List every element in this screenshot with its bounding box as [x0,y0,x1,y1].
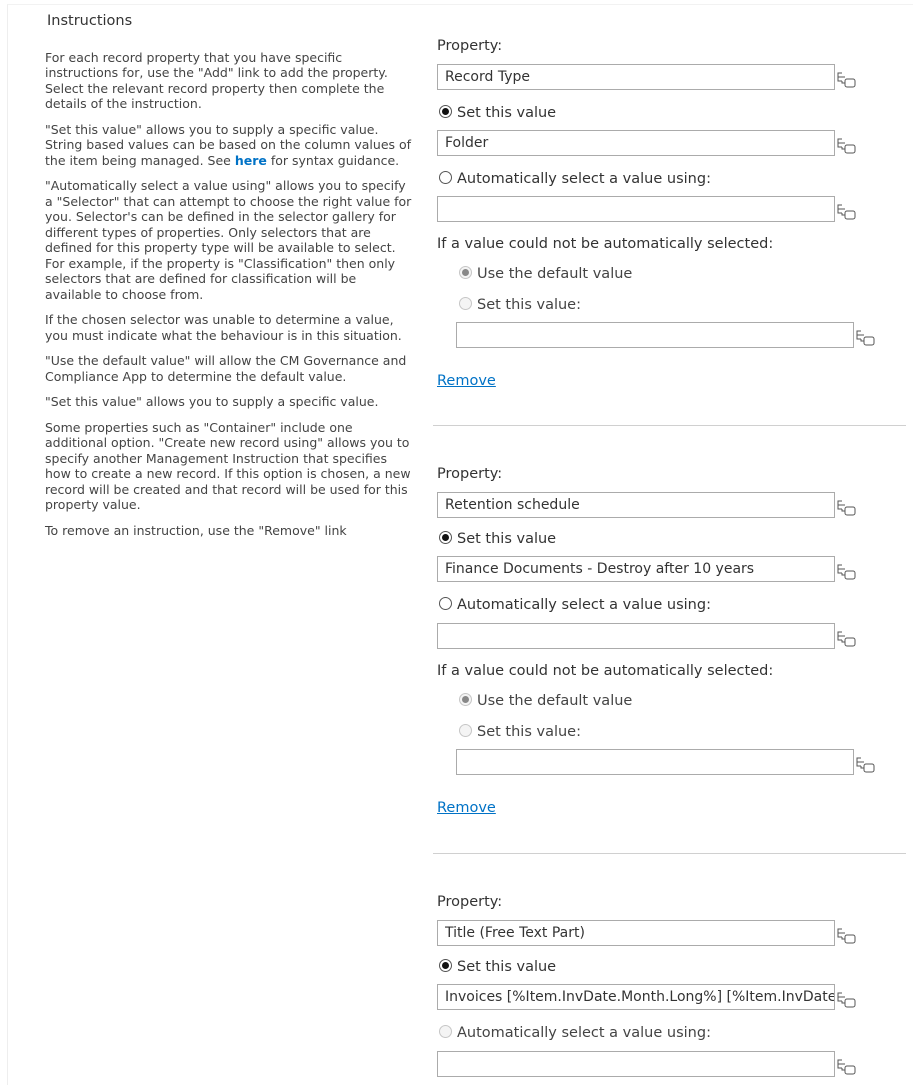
term-picker-icon[interactable] [835,202,857,222]
property-input[interactable]: Retention schedule [437,492,835,518]
instruction-section-2: Property: Retention schedule Set this va… [437,466,907,826]
set-value-radio[interactable]: Set this value [439,959,556,975]
radio-unselected-icon [439,171,452,184]
use-default-radio[interactable]: Use the default value [459,693,632,709]
term-picker-icon[interactable] [835,629,857,649]
instructions-paragraph: "Use the default value" will allow the C… [45,353,407,384]
value-text: Invoices [%Item.InvDate.Month.Long%] [%I… [445,989,834,1005]
fallback-set-value-label: Set this value: [477,297,581,313]
property-value: Title (Free Text Part) [445,925,585,941]
auto-select-label: Automatically select a value using: [457,1025,711,1041]
use-default-label: Use the default value [477,693,633,709]
value-text: Finance Documents - Destroy after 10 yea… [445,561,755,577]
instructions-text: for syntax guidance. [266,152,400,168]
section-divider [433,853,906,854]
fallback-value-input[interactable] [456,749,854,775]
instructions-title: Instructions [47,13,133,29]
set-value-label: Set this value [457,105,557,121]
radio-unselected-icon [459,297,472,310]
property-label: Property: [437,894,503,910]
property-label: Property: [437,38,503,54]
term-picker-icon[interactable] [835,136,857,156]
fallback-set-value-radio[interactable]: Set this value: [459,724,581,740]
fallback-set-value-radio[interactable]: Set this value: [459,297,581,313]
set-value-label: Set this value [457,531,557,547]
remove-link[interactable]: Remove [437,373,496,389]
radio-selected-icon [459,266,472,279]
instructions-paragraph: If the chosen selector was unable to det… [45,312,402,343]
term-picker-icon[interactable] [835,1057,857,1077]
radio-selected-icon [439,531,452,544]
instructions-paragraph: "Set this value" allows you to supply a … [45,394,379,409]
radio-selected-icon [439,959,452,972]
syntax-guidance-link[interactable]: here [235,153,267,168]
term-picker-icon[interactable] [854,755,876,775]
instruction-section-3: Property: Title (Free Text Part) Set thi… [437,894,907,1084]
property-input[interactable]: Title (Free Text Part) [437,920,835,946]
term-picker-icon[interactable] [835,70,857,90]
auto-select-label: Automatically select a value using: [457,171,711,187]
set-value-label: Set this value [457,959,557,975]
instructions-paragraph: To remove an instruction, use the "Remov… [45,522,347,538]
fallback-label: If a value could not be automatically se… [437,236,774,252]
auto-select-radio[interactable]: Automatically select a value using: [439,171,711,187]
property-value: Retention schedule [445,497,580,513]
property-label: Property: [437,466,503,482]
fallback-value-input[interactable] [456,322,854,348]
radio-unselected-icon [439,1025,452,1038]
property-input[interactable]: Record Type [437,64,835,90]
selector-input[interactable] [437,196,835,222]
fallback-set-value-label: Set this value: [477,724,581,740]
use-default-radio[interactable]: Use the default value [459,266,632,282]
auto-select-radio[interactable]: Automatically select a value using: [439,1025,711,1041]
term-picker-icon[interactable] [854,328,876,348]
value-text: Folder [445,135,489,151]
use-default-label: Use the default value [477,266,633,282]
selector-input[interactable] [437,1051,835,1077]
selector-input[interactable] [437,623,835,649]
auto-select-radio[interactable]: Automatically select a value using: [439,597,711,613]
property-value: Record Type [445,69,530,85]
set-value-radio[interactable]: Set this value [439,531,556,547]
value-input[interactable]: Finance Documents - Destroy after 10 yea… [437,556,835,582]
term-picker-icon[interactable] [835,562,857,582]
value-input[interactable]: Invoices [%Item.InvDate.Month.Long%] [%I… [437,984,835,1010]
term-picker-icon[interactable] [835,926,857,946]
term-picker-icon[interactable] [835,990,857,1010]
set-value-radio[interactable]: Set this value [439,105,556,121]
instructions-paragraph: Some properties such as "Container" incl… [45,419,411,513]
term-picker-icon[interactable] [835,498,857,518]
auto-select-label: Automatically select a value using: [457,597,711,613]
remove-link[interactable]: Remove [437,800,496,816]
fallback-label: If a value could not be automatically se… [437,663,774,679]
instructions-paragraph: "Set this value" allows you to supply a … [45,122,415,169]
instruction-section-1: Property: Record Type Set this value Fol… [437,38,907,398]
value-input[interactable]: Folder [437,130,835,156]
instructions-panel: Instructions For each record property th… [45,13,415,548]
instructions-paragraph: For each record property that you have s… [45,49,388,112]
radio-unselected-icon [459,724,472,737]
instructions-paragraph: "Automatically select a value using" all… [45,178,412,302]
radio-selected-icon [459,693,472,706]
radio-selected-icon [439,105,452,118]
section-divider [433,425,906,426]
radio-unselected-icon [439,597,452,610]
